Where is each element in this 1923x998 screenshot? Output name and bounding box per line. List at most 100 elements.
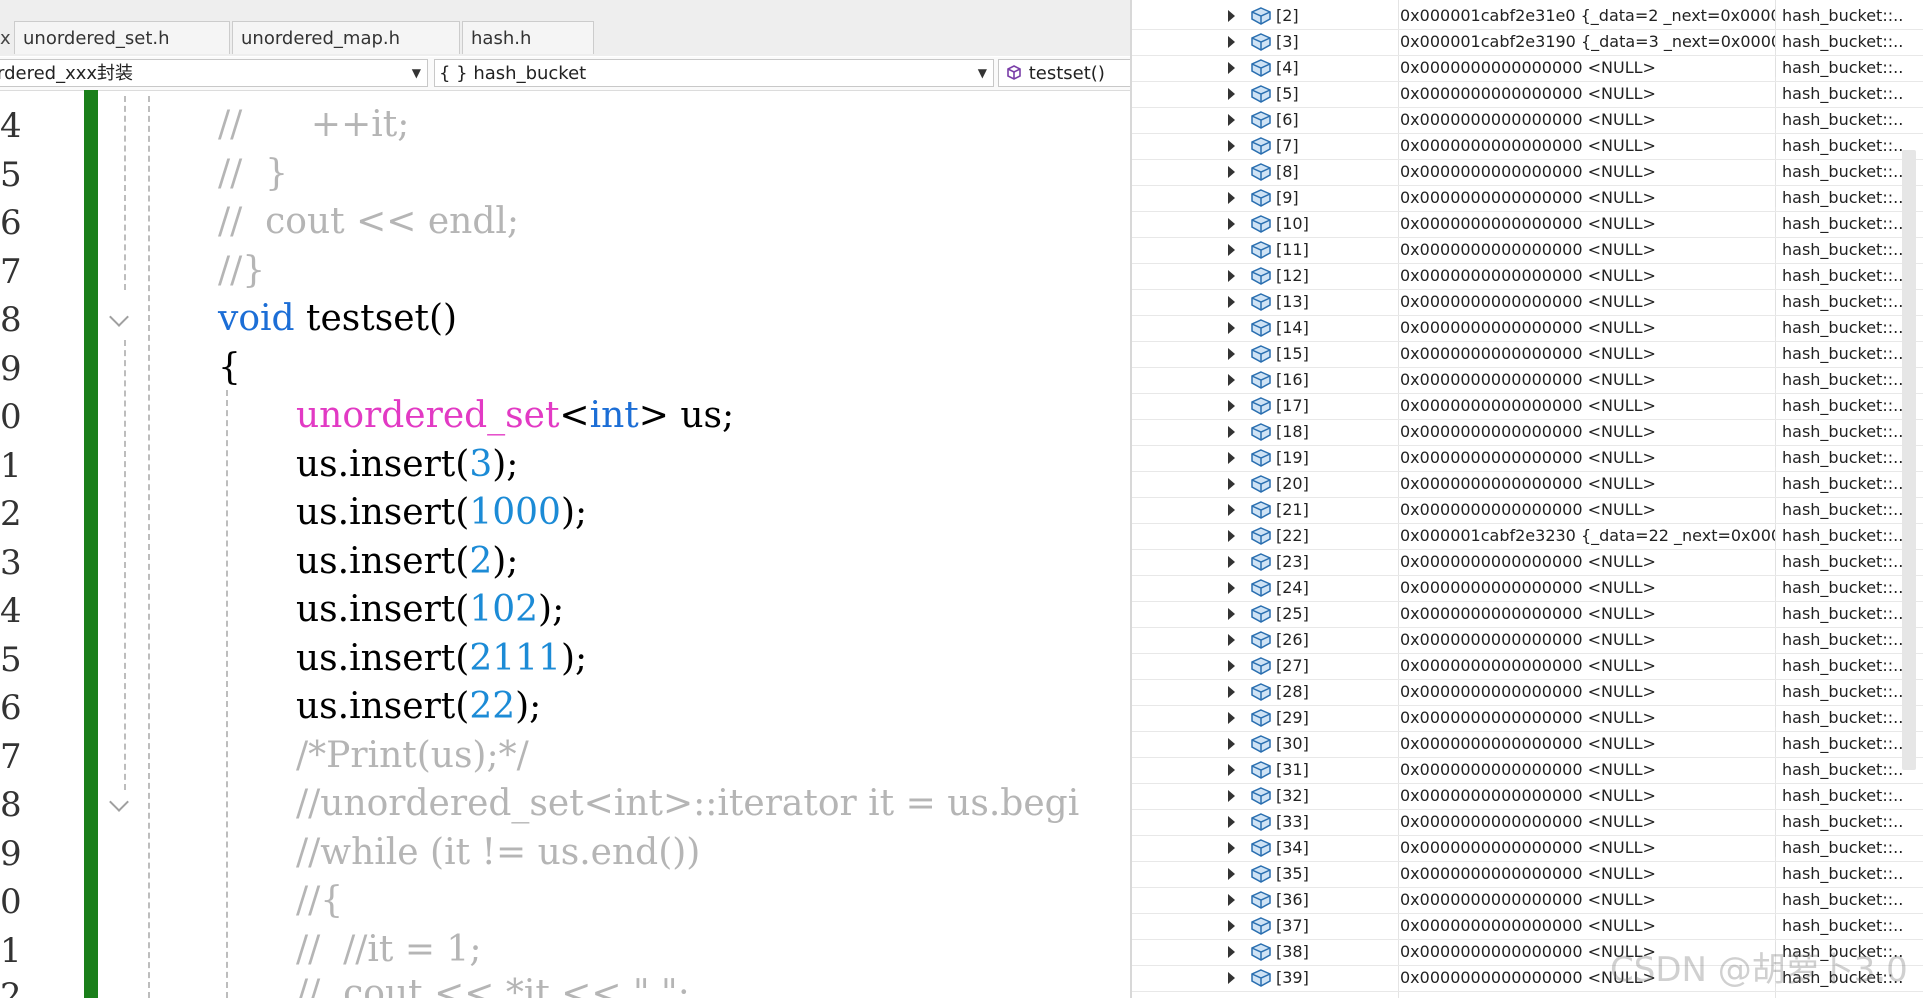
watch-row[interactable]: [25] 0x0000000000000000 <NULL> hash_bucket… (1132, 601, 1923, 628)
watch-item-value[interactable]: 0x0000000000000000 <NULL> (1400, 838, 1775, 857)
watch-item-value[interactable]: 0x0000000000000000 <NULL> (1400, 734, 1775, 753)
watch-item-value[interactable]: 0x0000000000000000 <NULL> (1400, 344, 1775, 363)
expand-arrow-icon[interactable] (1228, 920, 1235, 932)
watch-item-value[interactable]: 0x0000000000000000 <NULL> (1400, 708, 1775, 727)
watch-row[interactable]: [4] 0x0000000000000000 <NULL> hash_bucket:… (1132, 55, 1923, 82)
expand-arrow-icon[interactable] (1228, 556, 1235, 568)
expand-arrow-icon[interactable] (1228, 270, 1235, 282)
scope-dropdown[interactable]: rdered_xxx封装 ▼ (0, 59, 428, 87)
member-dropdown[interactable]: testset() (998, 59, 1130, 87)
watch-item-value[interactable]: 0x000001cabf2e3230 {_data=22 _next=0x000… (1400, 526, 1775, 545)
watch-row[interactable]: [24] 0x0000000000000000 <NULL> hash_bucket… (1132, 575, 1923, 602)
watch-row[interactable]: [14] 0x0000000000000000 <NULL> hash_bucket… (1132, 315, 1923, 342)
watch-item-value[interactable]: 0x0000000000000000 <NULL> (1400, 604, 1775, 623)
watch-item-value[interactable]: 0x0000000000000000 <NULL> (1400, 188, 1775, 207)
watch-item-value[interactable]: 0x0000000000000000 <NULL> (1400, 292, 1775, 311)
watch-row[interactable]: [30] 0x0000000000000000 <NULL> hash_bucket… (1132, 731, 1923, 758)
expand-arrow-icon[interactable] (1228, 218, 1235, 230)
watch-item-value[interactable]: 0x0000000000000000 <NULL> (1400, 786, 1775, 805)
watch-row[interactable]: [13] 0x0000000000000000 <NULL> hash_bucket… (1132, 289, 1923, 316)
watch-item-value[interactable]: 0x0000000000000000 <NULL> (1400, 422, 1775, 441)
watch-row[interactable]: [26] 0x0000000000000000 <NULL> hash_bucket… (1132, 627, 1923, 654)
watch-item-value[interactable]: 0x0000000000000000 <NULL> (1400, 578, 1775, 597)
watch-row[interactable]: [19] 0x0000000000000000 <NULL> hash_bucket… (1132, 445, 1923, 472)
expand-arrow-icon[interactable] (1228, 790, 1235, 802)
watch-item-value[interactable]: 0x0000000000000000 <NULL> (1400, 760, 1775, 779)
watch-row[interactable]: [29] 0x0000000000000000 <NULL> hash_bucket… (1132, 705, 1923, 732)
expand-arrow-icon[interactable] (1228, 868, 1235, 880)
watch-row[interactable]: [20] 0x0000000000000000 <NULL> hash_bucket… (1132, 471, 1923, 498)
watch-row[interactable]: [37] 0x0000000000000000 <NULL> hash_bucket… (1132, 913, 1923, 940)
watch-row[interactable]: [16] 0x0000000000000000 <NULL> hash_bucket… (1132, 367, 1923, 394)
watch-item-value[interactable]: 0x0000000000000000 <NULL> (1400, 916, 1775, 935)
watch-row[interactable]: [9] 0x0000000000000000 <NULL> hash_bucket:… (1132, 185, 1923, 212)
code-editor[interactable]: x unordered_set.h unordered_map.h hash.h… (0, 0, 1130, 998)
expand-arrow-icon[interactable] (1228, 530, 1235, 542)
watch-item-value[interactable]: 0x0000000000000000 <NULL> (1400, 448, 1775, 467)
expand-arrow-icon[interactable] (1228, 816, 1235, 828)
expand-arrow-icon[interactable] (1228, 634, 1235, 646)
watch-item-value[interactable]: 0x0000000000000000 <NULL> (1400, 812, 1775, 831)
watch-row[interactable]: [31] 0x0000000000000000 <NULL> hash_bucket… (1132, 757, 1923, 784)
watch-item-value[interactable]: 0x0000000000000000 <NULL> (1400, 214, 1775, 233)
watch-row[interactable]: [5] 0x0000000000000000 <NULL> hash_bucket:… (1132, 81, 1923, 108)
watch-row[interactable]: [36] 0x0000000000000000 <NULL> hash_bucket… (1132, 887, 1923, 914)
watch-row[interactable]: [3] 0x000001cabf2e3190 {_data=3 _next=0x0… (1132, 29, 1923, 56)
expand-arrow-icon[interactable] (1228, 608, 1235, 620)
watch-item-value[interactable]: 0x000001cabf2e3190 {_data=3 _next=0x0000… (1400, 32, 1775, 51)
watch-item-value[interactable]: 0x0000000000000000 <NULL> (1400, 370, 1775, 389)
watch-row[interactable]: [21] 0x0000000000000000 <NULL> hash_bucket… (1132, 497, 1923, 524)
watch-row[interactable]: [34] 0x0000000000000000 <NULL> hash_bucket… (1132, 835, 1923, 862)
watch-item-value[interactable]: 0x0000000000000000 <NULL> (1400, 318, 1775, 337)
tab-unordered-map-h[interactable]: unordered_map.h (232, 21, 460, 54)
expand-arrow-icon[interactable] (1228, 738, 1235, 750)
vertical-scrollbar[interactable] (1902, 150, 1916, 770)
expand-arrow-icon[interactable] (1228, 10, 1235, 22)
expand-arrow-icon[interactable] (1228, 582, 1235, 594)
expand-arrow-icon[interactable] (1228, 478, 1235, 490)
watch-item-value[interactable]: 0x0000000000000000 <NULL> (1400, 552, 1775, 571)
expand-arrow-icon[interactable] (1228, 452, 1235, 464)
tab-hash-h[interactable]: hash.h (462, 21, 594, 54)
watch-item-value[interactable]: 0x0000000000000000 <NULL> (1400, 162, 1775, 181)
watch-row[interactable]: [6] 0x0000000000000000 <NULL> hash_bucket:… (1132, 107, 1923, 134)
expand-arrow-icon[interactable] (1228, 192, 1235, 204)
watch-item-value[interactable]: 0x0000000000000000 <NULL> (1400, 656, 1775, 675)
watch-row[interactable]: [17] 0x0000000000000000 <NULL> hash_bucket… (1132, 393, 1923, 420)
watch-item-value[interactable]: 0x0000000000000000 <NULL> (1400, 630, 1775, 649)
watch-row[interactable]: [10] 0x0000000000000000 <NULL> hash_bucket… (1132, 211, 1923, 238)
watch-item-value[interactable]: 0x0000000000000000 <NULL> (1400, 136, 1775, 155)
watch-item-value[interactable]: 0x000001cabf2e31e0 {_data=2 _next=0x0000… (1400, 6, 1775, 25)
watch-row[interactable]: [7] 0x0000000000000000 <NULL> hash_bucket:… (1132, 133, 1923, 160)
expand-arrow-icon[interactable] (1228, 244, 1235, 256)
watch-row[interactable]: [15] 0x0000000000000000 <NULL> hash_bucket… (1132, 341, 1923, 368)
expand-arrow-icon[interactable] (1228, 504, 1235, 516)
expand-arrow-icon[interactable] (1228, 894, 1235, 906)
expand-arrow-icon[interactable] (1228, 400, 1235, 412)
expand-arrow-icon[interactable] (1228, 686, 1235, 698)
watch-row[interactable]: [32] 0x0000000000000000 <NULL> hash_bucket… (1132, 783, 1923, 810)
watch-row[interactable]: [23] 0x0000000000000000 <NULL> hash_bucket… (1132, 549, 1923, 576)
watch-item-value[interactable]: 0x0000000000000000 <NULL> (1400, 500, 1775, 519)
watch-row[interactable]: [12] 0x0000000000000000 <NULL> hash_bucket… (1132, 263, 1923, 290)
expand-arrow-icon[interactable] (1228, 322, 1235, 334)
watch-row[interactable]: [35] 0x0000000000000000 <NULL> hash_bucket… (1132, 861, 1923, 888)
watch-item-value[interactable]: 0x0000000000000000 <NULL> (1400, 682, 1775, 701)
watch-item-value[interactable]: 0x0000000000000000 <NULL> (1400, 266, 1775, 285)
watch-row[interactable]: [27] 0x0000000000000000 <NULL> hash_bucket… (1132, 653, 1923, 680)
expand-arrow-icon[interactable] (1228, 88, 1235, 100)
expand-arrow-icon[interactable] (1228, 946, 1235, 958)
expand-arrow-icon[interactable] (1228, 166, 1235, 178)
watch-item-value[interactable]: 0x0000000000000000 <NULL> (1400, 474, 1775, 493)
watch-item-value[interactable]: 0x0000000000000000 <NULL> (1400, 396, 1775, 415)
expand-arrow-icon[interactable] (1228, 62, 1235, 74)
watch-row[interactable]: [11] 0x0000000000000000 <NULL> hash_bucket… (1132, 237, 1923, 264)
expand-arrow-icon[interactable] (1228, 426, 1235, 438)
watch-item-value[interactable]: 0x0000000000000000 <NULL> (1400, 864, 1775, 883)
watch-row[interactable]: [2] 0x000001cabf2e31e0 {_data=2 _next=0x0… (1132, 3, 1923, 30)
expand-arrow-icon[interactable] (1228, 114, 1235, 126)
class-dropdown[interactable]: { } hash_bucket ▼ (434, 59, 994, 87)
expand-arrow-icon[interactable] (1228, 764, 1235, 776)
close-tab-icon[interactable]: x (0, 28, 11, 49)
watch-item-value[interactable]: 0x0000000000000000 <NULL> (1400, 110, 1775, 129)
